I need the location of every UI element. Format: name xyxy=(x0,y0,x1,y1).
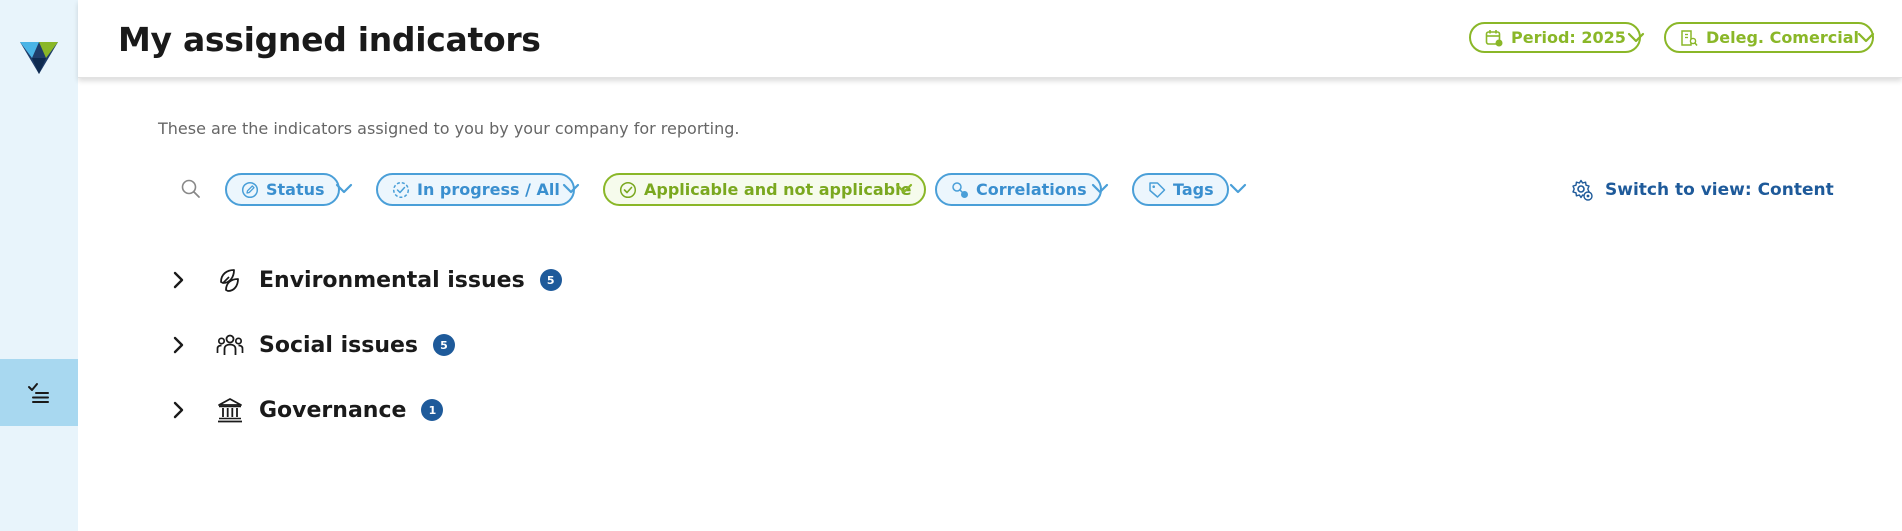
chevron-down-icon[interactable] xyxy=(561,179,581,199)
chevron-down-icon[interactable] xyxy=(1856,28,1876,48)
tag-icon xyxy=(1149,181,1166,198)
expand-chevron-icon[interactable] xyxy=(172,400,202,420)
page-title: My assigned indicators xyxy=(118,20,541,59)
chevron-down-icon[interactable] xyxy=(1090,179,1110,199)
sidebar xyxy=(0,0,78,531)
correlation-icon xyxy=(952,181,968,198)
filter-tags[interactable]: Tags xyxy=(1132,173,1229,206)
category-label: Environmental issues xyxy=(259,267,525,293)
logo-icon xyxy=(20,42,58,74)
delegation-label: Deleg. Comercial xyxy=(1706,28,1859,47)
building-icon xyxy=(218,398,242,423)
delegation-selector[interactable]: Deleg. Comercial xyxy=(1664,22,1874,53)
page-description: These are the indicators assigned to you… xyxy=(158,119,740,138)
filter-applicability[interactable]: Applicable and not applicable xyxy=(603,173,927,206)
sidebar-item-assigned-indicators[interactable] xyxy=(0,359,78,426)
filter-applicability-label: Applicable and not applicable xyxy=(644,180,912,199)
category-label: Social issues xyxy=(259,332,418,358)
edit-circle-icon xyxy=(241,181,259,198)
filter-status[interactable]: Status xyxy=(225,173,340,206)
chevron-down-icon[interactable] xyxy=(334,179,354,199)
category-social[interactable]: Social issues 5 xyxy=(172,325,455,365)
filter-correlations-label: Correlations xyxy=(976,180,1087,199)
checklist-icon xyxy=(28,382,49,403)
chevron-down-icon[interactable] xyxy=(1228,179,1248,199)
count-badge: 1 xyxy=(421,399,444,421)
expand-chevron-icon[interactable] xyxy=(172,270,202,290)
people-icon xyxy=(216,334,244,355)
filter-status-label: Status xyxy=(266,180,325,199)
filter-tags-label: Tags xyxy=(1173,180,1214,199)
expand-chevron-icon[interactable] xyxy=(172,335,202,355)
switch-view-label: Switch to view: Content xyxy=(1605,180,1834,200)
filter-progress[interactable]: In progress / All xyxy=(376,173,575,206)
leaf-icon xyxy=(220,269,239,292)
filter-correlations[interactable]: Correlations xyxy=(935,173,1102,206)
top-header: My assigned indicators Period: 2025 Dele… xyxy=(78,0,1902,78)
period-selector[interactable]: Period: 2025 xyxy=(1469,22,1641,53)
search-icon[interactable] xyxy=(180,178,202,200)
filter-progress-label: In progress / All xyxy=(417,180,560,199)
calendar-icon xyxy=(1485,29,1503,46)
building-search-icon xyxy=(1681,29,1698,46)
category-governance[interactable]: Governance 1 xyxy=(172,390,444,430)
progress-icon xyxy=(392,181,410,198)
category-label: Governance xyxy=(259,397,407,423)
chevron-down-icon[interactable] xyxy=(894,179,914,199)
check-circle-icon xyxy=(619,181,637,198)
switch-view-button[interactable]: Switch to view: Content xyxy=(1571,176,1834,204)
chevron-down-icon[interactable] xyxy=(1626,28,1646,48)
category-environmental[interactable]: Environmental issues 5 xyxy=(172,260,562,300)
gear-view-icon xyxy=(1572,179,1593,201)
period-label: Period: 2025 xyxy=(1511,28,1626,47)
count-badge: 5 xyxy=(433,334,455,356)
count-badge: 5 xyxy=(539,269,562,291)
